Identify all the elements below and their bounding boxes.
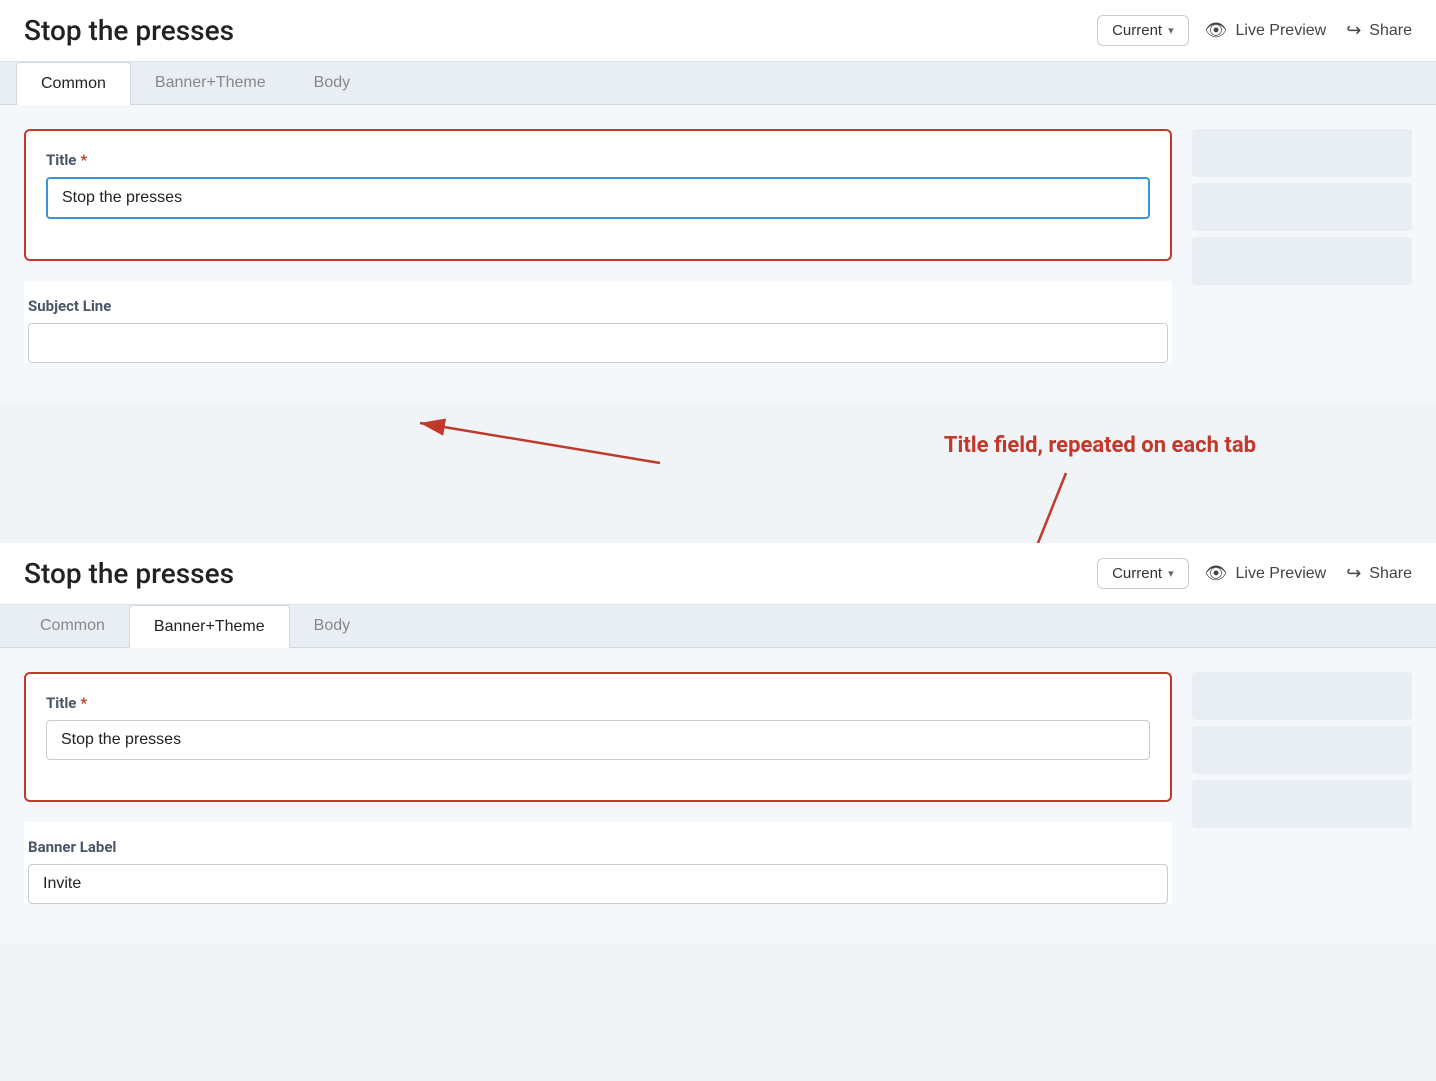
banner-label-label-2: Banner Label: [28, 838, 1168, 856]
content-1: Title * Subject Line: [0, 105, 1436, 403]
title-input-2[interactable]: [46, 720, 1150, 760]
banner-label-group-2: Banner Label: [24, 822, 1172, 904]
panel-1: Stop the presses Current ▾ 👁 Live Previe…: [0, 0, 1436, 403]
eye-icon-2: 👁: [1205, 563, 1228, 584]
banner-label-input-2[interactable]: [28, 864, 1168, 904]
version-dropdown-2[interactable]: Current ▾: [1097, 558, 1189, 589]
share-button-2[interactable]: ↪ Share: [1346, 563, 1412, 584]
chevron-down-icon-2: ▾: [1168, 567, 1174, 580]
header-2: Stop the presses Current ▾ 👁 Live Previe…: [0, 543, 1436, 605]
share-icon-2: ↪: [1346, 563, 1361, 584]
title-card-1: Title *: [24, 129, 1172, 261]
right-stub-1b: [1192, 183, 1412, 231]
tabs-1: Common Banner+Theme Body: [0, 62, 1436, 105]
version-label-1: Current: [1112, 22, 1162, 39]
right-stub-2a: [1192, 672, 1412, 720]
eye-icon-1: 👁: [1205, 20, 1228, 41]
live-preview-button-2[interactable]: 👁 Live Preview: [1205, 563, 1327, 584]
annotation-area: Title field, repeated on each tab: [0, 403, 1436, 543]
header-actions-1: 👁 Live Preview ↪ Share: [1205, 20, 1412, 41]
tab-common-2[interactable]: Common: [16, 605, 129, 647]
header-actions-2: 👁 Live Preview ↪ Share: [1205, 563, 1412, 584]
tab-body-2[interactable]: Body: [290, 605, 374, 647]
subject-line-input-1[interactable]: [28, 323, 1168, 363]
share-icon-1: ↪: [1346, 20, 1361, 41]
version-dropdown-1[interactable]: Current ▾: [1097, 15, 1189, 46]
right-panel-2: [1192, 672, 1412, 920]
right-panel-1: [1192, 129, 1412, 379]
subject-line-label-1: Subject Line: [28, 297, 1168, 315]
subject-line-group-1: Subject Line: [24, 281, 1172, 363]
live-preview-button-1[interactable]: 👁 Live Preview: [1205, 20, 1327, 41]
header-1: Stop the presses Current ▾ 👁 Live Previe…: [0, 0, 1436, 62]
right-stub-1a: [1192, 129, 1412, 177]
title-required-star-2: *: [80, 694, 87, 712]
share-label-1: Share: [1369, 22, 1412, 40]
main-form-1: Title * Subject Line: [24, 129, 1172, 379]
title-group-2: Title *: [46, 694, 1150, 760]
tab-common-1[interactable]: Common: [16, 62, 131, 105]
page-title-2: Stop the presses: [24, 557, 1081, 590]
tab-body-1[interactable]: Body: [290, 62, 374, 104]
live-preview-label-1: Live Preview: [1236, 22, 1327, 40]
annotation-text: Title field, repeated on each tab: [944, 433, 1256, 458]
title-card-2: Title *: [24, 672, 1172, 802]
title-group-1: Title *: [46, 151, 1150, 219]
right-stub-1c: [1192, 237, 1412, 285]
right-stub-2c: [1192, 780, 1412, 828]
title-label-2: Title *: [46, 694, 1150, 712]
main-form-2: Title * Banner Label: [24, 672, 1172, 920]
title-label-1: Title *: [46, 151, 1150, 169]
live-preview-label-2: Live Preview: [1236, 565, 1327, 583]
page-title-1: Stop the presses: [24, 14, 1081, 47]
title-required-star-1: *: [80, 151, 87, 169]
arrow-svg: [340, 403, 940, 543]
share-button-1[interactable]: ↪ Share: [1346, 20, 1412, 41]
share-label-2: Share: [1369, 565, 1412, 583]
right-stub-2b: [1192, 726, 1412, 774]
tab-banner-theme-1[interactable]: Banner+Theme: [131, 62, 290, 104]
tabs-2: Common Banner+Theme Body: [0, 605, 1436, 648]
tab-banner-theme-2[interactable]: Banner+Theme: [129, 605, 290, 648]
content-2: Title * Banner Label: [0, 648, 1436, 944]
title-input-1[interactable]: [46, 177, 1150, 219]
chevron-down-icon-1: ▾: [1168, 24, 1174, 37]
panel-2: Stop the presses Current ▾ 👁 Live Previe…: [0, 543, 1436, 944]
version-label-2: Current: [1112, 565, 1162, 582]
arrow-svg-2: [966, 463, 1266, 543]
